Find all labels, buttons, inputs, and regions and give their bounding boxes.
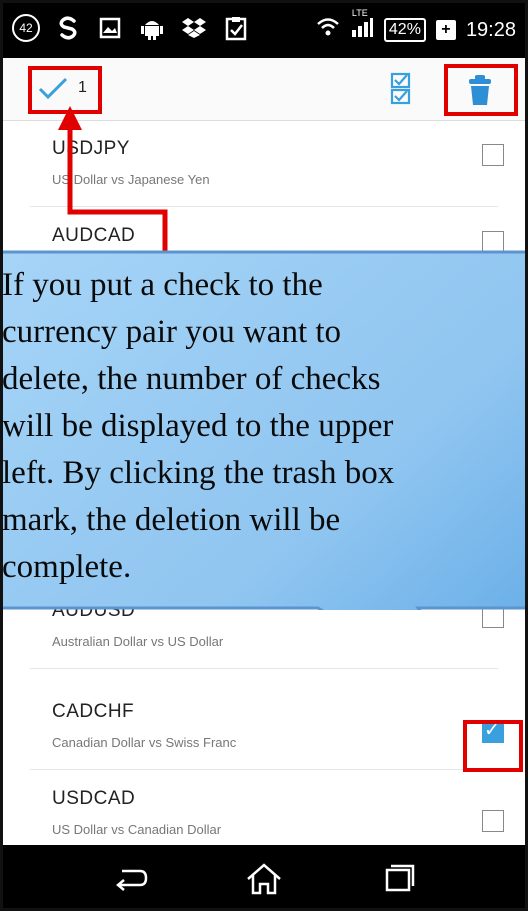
callout-line: delete, the number of checks: [2, 361, 381, 397]
callout-line: If you put a check to the: [2, 267, 323, 303]
gallery-icon: [96, 14, 124, 42]
navigation-bar: [0, 845, 528, 911]
dropbox-icon: [180, 14, 208, 42]
pair-description: Canadian Dollar vs Swiss Franc: [52, 735, 237, 750]
battery-level: 42%: [383, 18, 426, 42]
clipboard-icon: [222, 14, 250, 42]
wifi-icon: [316, 16, 340, 44]
selected-count: 1: [78, 79, 87, 96]
pair-symbol: USDJPY: [52, 138, 130, 159]
trash-icon: [469, 75, 491, 105]
clock: 19:28: [465, 18, 516, 41]
android-icon: [138, 14, 166, 42]
pair-description: US Dollar vs Japanese Yen: [52, 172, 210, 187]
back-icon: [116, 869, 148, 891]
pair-symbol: USDCAD: [52, 788, 136, 809]
home-icon: [247, 863, 281, 895]
select-all-button[interactable]: [390, 72, 412, 111]
s-app-icon: [54, 14, 82, 42]
recent-apps-icon: [385, 864, 415, 892]
charging-icon: +: [435, 20, 456, 40]
callout-line: mark, the deletion will be: [2, 502, 341, 538]
status-bar: 42 LTE 42% + 19:28: [0, 0, 528, 58]
pair-description: Australian Dollar vs US Dollar: [52, 634, 224, 649]
pair-checkbox[interactable]: [482, 144, 504, 166]
pair-symbol: CADCHF: [52, 701, 135, 722]
home-button[interactable]: [244, 861, 284, 902]
delete-button[interactable]: [468, 74, 492, 111]
signal-icon: LTE: [350, 8, 374, 44]
list-item[interactable]: USDJPY US Dollar vs Japanese Yen: [30, 120, 504, 207]
pair-symbol: AUDUSD: [52, 600, 136, 621]
select-all-icon: [390, 72, 411, 105]
pair-checkbox[interactable]: [482, 231, 504, 253]
pair-description: US Dollar vs Canadian Dollar: [52, 822, 222, 837]
list-item[interactable]: CADCHF Canadian Dollar vs Swiss Franc: [30, 683, 504, 770]
pair-checkbox[interactable]: [482, 606, 504, 628]
callout-line: will be displayed to the upper: [2, 408, 394, 444]
list-item[interactable]: USDCAD US Dollar vs Canadian Dollar: [30, 770, 504, 857]
checked-checkbox-highlight: [463, 720, 523, 772]
checkmark-icon: [38, 77, 68, 100]
pair-symbol: AUDCAD: [52, 225, 136, 246]
callout-line: complete.: [2, 549, 132, 585]
confirm-selection-button[interactable]: 1: [38, 76, 87, 100]
notification-badge-icon: 42: [12, 14, 40, 42]
pair-checkbox[interactable]: [482, 810, 504, 832]
callout-line: currency pair you want to: [2, 314, 342, 350]
callout-line: left. By clicking the trash box: [2, 455, 395, 491]
list-item[interactable]: AUDUSD Australian Dollar vs US Dollar: [30, 582, 504, 669]
back-button[interactable]: [112, 861, 150, 900]
recent-apps-button[interactable]: [382, 861, 416, 900]
callout-text: If you put a check to the currency pair …: [0, 262, 522, 591]
